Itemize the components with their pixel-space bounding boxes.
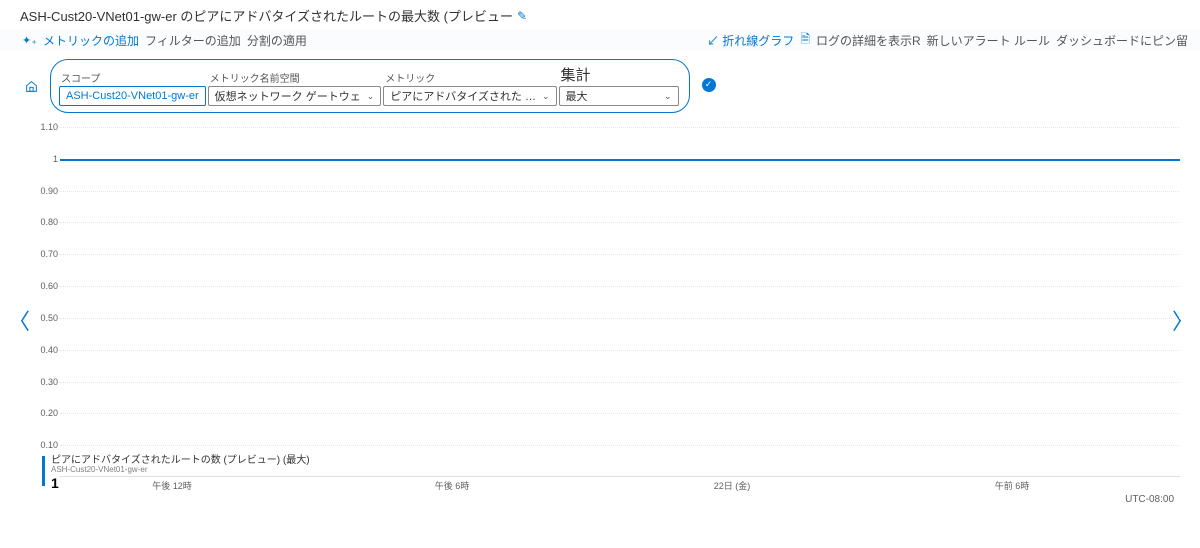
page-title: ASH-Cust20-VNet01-gw-er のピアにアドバタイズされたルート… [0, 0, 1200, 29]
confirm-icon[interactable]: ✓ [702, 78, 716, 92]
chart-type-label: 折れ線グラフ [722, 34, 794, 48]
apply-split-button[interactable]: 分割の適用 [247, 32, 307, 49]
pin-dashboard-button[interactable]: ダッシュボードにピン留 [1056, 32, 1188, 49]
chart-ytick: 0.40 [34, 345, 58, 355]
chart-xtick: 午前 6時 [995, 479, 1030, 492]
metric-selector-pill: スコープ ASH-Cust20-VNet01-gw-er メトリック名前空間 仮… [50, 59, 690, 113]
namespace-label: メトリック名前空間 [208, 70, 382, 85]
new-alert-button[interactable]: 新しいアラート ルール [927, 32, 1050, 49]
scope-value: ASH-Cust20-VNet01-gw-er [66, 90, 199, 102]
chevron-down-icon: ⌄ [367, 91, 375, 102]
legend-series-scope: ASH-Cust20-VNet01-gw-er [51, 466, 310, 475]
chart-legend: ピアにアドバタイズされたルートの数 (プレビュー) (最大) ASH-Cust2… [42, 455, 310, 491]
chart-gridline [60, 254, 1180, 255]
chart-gridline [60, 222, 1180, 223]
chart-gridline [60, 350, 1180, 351]
add-metric-button[interactable]: メトリックの追加 [43, 32, 139, 49]
metric-field[interactable]: メトリック ピアにアドバタイズされた … ⌄ [383, 70, 556, 106]
metric-label: メトリック [383, 70, 556, 85]
edit-title-icon[interactable]: ✎ [517, 9, 527, 23]
chevron-down-icon: ⌄ [664, 91, 672, 102]
add-filter-button[interactable]: フィルターの追加 [145, 32, 241, 49]
chart-gridline [60, 127, 1180, 128]
chart-ytick: 0.20 [34, 408, 58, 418]
chevron-down-icon: ⌄ [542, 91, 550, 102]
aggregation-label: 集計 [559, 64, 679, 85]
chart-xtick: 22日 (金) [714, 479, 751, 492]
chart-ytick: 1.10 [34, 122, 58, 132]
namespace-field[interactable]: メトリック名前空間 仮想ネットワーク ゲートウェ ⌄ [208, 70, 382, 106]
chart-gridline [60, 413, 1180, 414]
chart-panel: 〈 〉 1.1010.900.800.700.600.500.400.300.2… [0, 127, 1200, 495]
scope-label: スコープ [59, 70, 206, 85]
log-detail-icon: 🗎 [800, 30, 810, 51]
chart-gridline [60, 382, 1180, 383]
chart-ytick: 0.50 [34, 313, 58, 323]
chart-gridline [60, 445, 1180, 446]
gateway-icon [24, 79, 38, 93]
aggregation-field[interactable]: 集計 最大 ⌄ [559, 64, 679, 106]
legend-color-bar [42, 456, 45, 486]
utc-offset-label: UTC-08:00 [1125, 494, 1174, 505]
chart-type-dropdown[interactable]: ↙ 折れ線グラフ [707, 32, 794, 49]
line-chart: 1.1010.900.800.700.600.500.400.300.200.1… [34, 127, 1180, 495]
prev-chart-button[interactable]: 〈 [4, 307, 34, 337]
chart-ytick: 0.30 [34, 377, 58, 387]
chart-ytick: 1 [34, 154, 58, 164]
metric-value: ピアにアドバタイズされた … [390, 88, 536, 104]
chart-ytick: 0.10 [34, 440, 58, 450]
chart-ytick: 0.90 [34, 186, 58, 196]
chart-ytick: 0.60 [34, 281, 58, 291]
chart-type-icon: ↙ [707, 34, 719, 48]
legend-series-value: 1 [51, 475, 310, 491]
metric-selector-row: スコープ ASH-Cust20-VNet01-gw-er メトリック名前空間 仮… [0, 51, 1200, 121]
title-text: ASH-Cust20-VNet01-gw-er のピアにアドバタイズされたルート… [20, 6, 513, 25]
chart-gridline [60, 318, 1180, 319]
namespace-value: 仮想ネットワーク ゲートウェ [215, 88, 361, 104]
chart-ytick: 0.80 [34, 217, 58, 227]
log-detail-button[interactable]: ログの詳細を表示R [816, 32, 921, 49]
chart-series-line [60, 159, 1180, 161]
chart-ytick: 0.70 [34, 249, 58, 259]
toolbar: ✦₊ メトリックの追加 フィルターの追加 分割の適用 ↙ 折れ線グラフ 🗎 ログ… [0, 29, 1200, 51]
chart-gridline [60, 286, 1180, 287]
chart-xtick: 午後 6時 [435, 479, 470, 492]
chart-gridline [60, 191, 1180, 192]
aggregation-value: 最大 [566, 88, 588, 104]
scope-field[interactable]: スコープ ASH-Cust20-VNet01-gw-er [59, 70, 206, 106]
sparkle-icon: ✦₊ [22, 34, 37, 47]
